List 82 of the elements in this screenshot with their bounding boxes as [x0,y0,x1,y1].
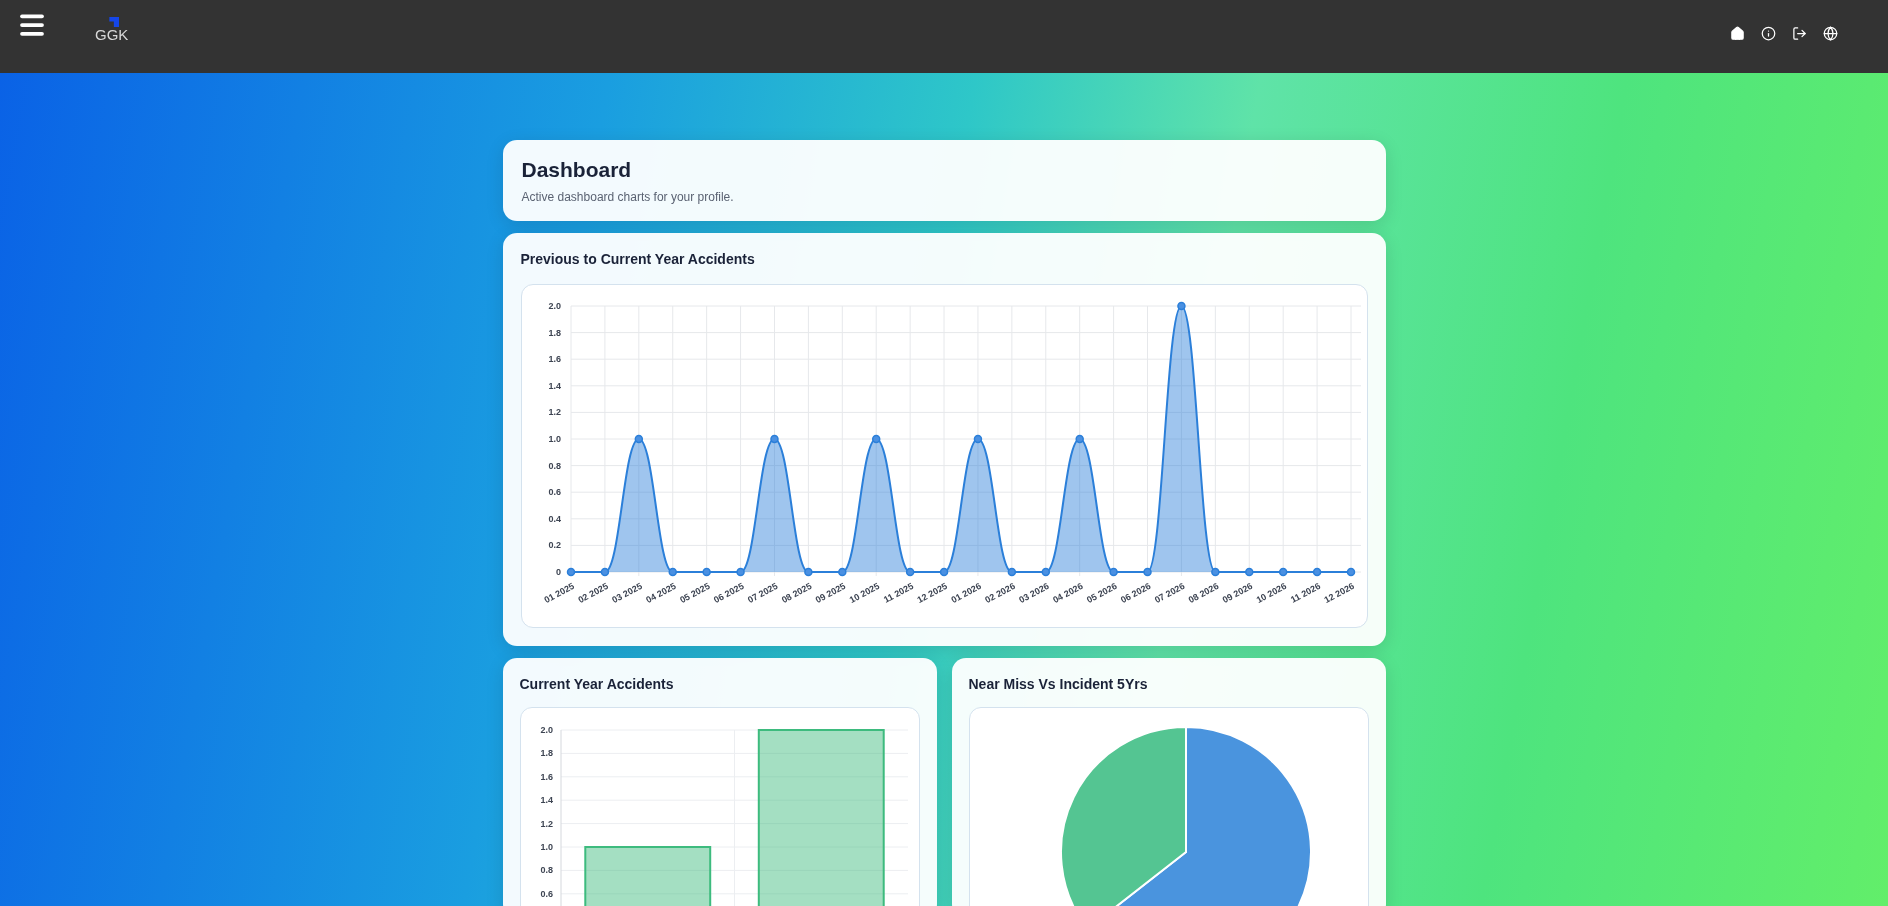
data-point [1108,568,1118,577]
data-point [1176,302,1186,311]
data-point [803,568,813,577]
data-point [600,568,609,577]
logo: GGK [95,17,129,42]
page-subtitle: Active dashboard charts for your profile. [521,189,735,207]
x-tick-label: 09 2026 [1220,581,1254,606]
x-tick-label: 11 2025 [881,581,915,606]
data-point [1278,568,1287,577]
globe-icon [1823,26,1838,41]
data-point [1312,568,1321,577]
data-point [1210,568,1220,577]
data-point [1142,568,1152,577]
y-tick-label: 1.2 [548,407,561,418]
y-tick-label: 1.8 [548,327,561,338]
y-tick-label: 0.8 [540,865,553,876]
y-tick-label: 0.2 [548,540,561,551]
y-tick-label: 0.6 [540,889,553,900]
data-point [668,568,677,577]
y-tick-label: 2.0 [548,301,561,312]
x-tick-label: 05 2025 [677,581,712,606]
data-point [1007,568,1016,577]
y-tick-label: 2.0 [540,725,553,736]
data-point [769,435,779,444]
x-tick-label: 10 2026 [1254,581,1288,606]
x-tick-label: 01 2025 [542,581,576,606]
x-tick-label: 04 2025 [643,581,678,606]
x-tick-label: 09 2025 [813,581,847,606]
data-point [634,435,643,444]
y-tick-label: 1.0 [540,842,553,853]
y-tick-label: 1.0 [548,434,561,445]
language-button[interactable] [1823,26,1838,41]
chart-title: Near Miss Vs Incident 5Yrs [968,675,1149,695]
home-button[interactable] [1730,26,1745,41]
x-tick-label: 02 2026 [982,581,1017,606]
x-tick-label: 03 2026 [1016,581,1051,606]
x-tick-label: 06 2025 [711,581,745,606]
x-tick-label: 07 2026 [1152,581,1186,606]
data-point [1041,568,1050,577]
y-tick-label: 1.4 [548,381,561,392]
x-tick-label: 06 2026 [1118,581,1152,606]
info-button[interactable] [1761,26,1776,41]
x-tick-label: 05 2026 [1084,581,1119,606]
x-tick-label: 03 2025 [609,581,644,606]
chart-title: Previous to Current Year Accidents [520,250,756,270]
data-point [701,568,711,577]
x-tick-label: 11 2026 [1288,581,1322,606]
logout-button[interactable] [1792,26,1807,41]
x-tick-label: 12 2025 [915,581,949,606]
y-tick-label: 1.6 [548,354,561,365]
data-point [735,568,745,577]
data-point [566,568,575,577]
data-point [973,435,982,444]
x-tick-label: 01 2026 [948,581,983,606]
info-icon [1761,26,1776,41]
x-tick-label: 08 2025 [779,581,813,606]
data-point [1074,435,1084,444]
y-tick-label: 0.6 [548,487,561,498]
y-tick-label: 0 [555,567,561,578]
data-point [905,568,914,577]
y-tick-label: 1.8 [540,748,553,759]
y-tick-label: 1.4 [540,795,553,806]
y-tick-label: 0.8 [548,460,561,471]
y-tick-label: 0.4 [548,514,561,525]
x-tick-label: 12 2026 [1322,581,1356,606]
data-point [1244,568,1253,577]
data-point [939,568,948,577]
page-title: Dashboard [521,157,633,183]
x-tick-label: 02 2025 [575,581,610,606]
x-tick-label: 07 2025 [745,581,779,606]
data-point [871,435,880,444]
x-tick-label: 08 2026 [1186,581,1220,606]
data-point [1346,568,1355,577]
logout-icon [1792,26,1807,41]
home-icon [1730,26,1745,41]
y-tick-label: 1.6 [540,772,553,783]
logo-mark-icon [109,17,120,27]
x-tick-label: 10 2025 [847,581,881,606]
chart-title: Current Year Accidents [519,675,675,695]
y-tick-label: 1.2 [540,818,553,829]
data-point [837,568,847,577]
x-tick-label: 04 2026 [1050,581,1085,606]
